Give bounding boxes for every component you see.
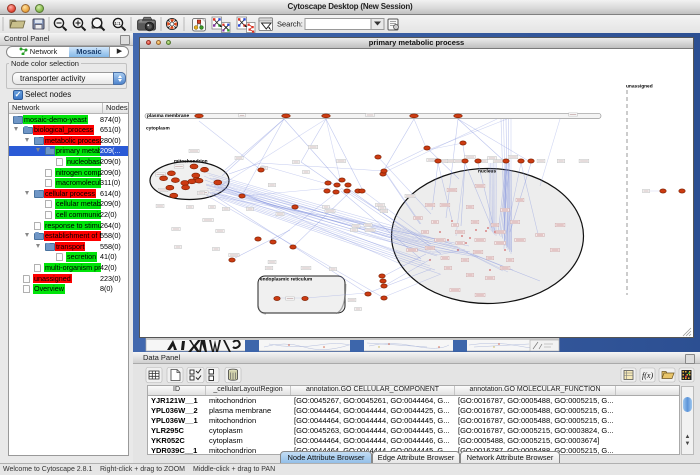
svg-text:1:1: 1:1 xyxy=(115,21,122,26)
svg-text:cytoplasm: cytoplasm xyxy=(146,126,170,132)
svg-text:endoplasmic reticulum: endoplasmic reticulum xyxy=(260,277,312,283)
svg-text:f(x): f(x) xyxy=(642,371,653,380)
svg-text:plasma membrane: plasma membrane xyxy=(147,113,189,119)
svg-text:unassigned: unassigned xyxy=(626,84,653,90)
svg-text:Search:: Search: xyxy=(277,20,303,29)
svg-text:nucleus: nucleus xyxy=(478,169,496,175)
svg-text:mitochondrion: mitochondrion xyxy=(174,159,208,165)
